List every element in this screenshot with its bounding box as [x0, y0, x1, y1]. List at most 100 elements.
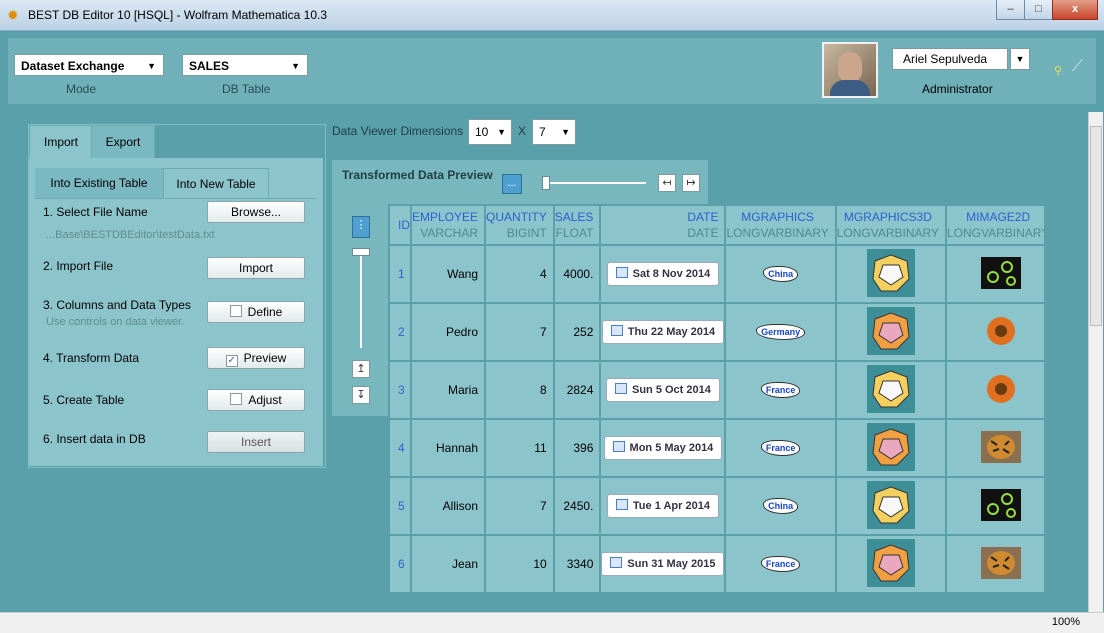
- user-select[interactable]: Ariel Sepulveda: [892, 48, 1008, 70]
- tab-into-new-table[interactable]: Into New Table: [163, 168, 269, 199]
- scroll-right-button[interactable]: ↦: [682, 174, 700, 192]
- column-header-employee[interactable]: EMPLOYEE VARCHAR: [409, 204, 487, 246]
- close-button[interactable]: x: [1052, 0, 1098, 20]
- zoom-level[interactable]: 100%: [1052, 616, 1080, 628]
- key-icon[interactable]: ⚲: [1054, 64, 1062, 77]
- date-picker-button[interactable]: Sat 8 Nov 2014: [606, 262, 720, 286]
- cell-mgraphics3d[interactable]: [834, 476, 948, 536]
- cell-id[interactable]: 1: [388, 244, 412, 304]
- date-value: Mon 5 May 2014: [629, 442, 714, 454]
- more-options-button[interactable]: ...: [502, 174, 522, 194]
- cols-select[interactable]: 7 ▼: [532, 119, 576, 145]
- rows-select[interactable]: 10 ▼: [468, 119, 512, 145]
- cell-quantity[interactable]: 8: [484, 360, 555, 420]
- cell-employee[interactable]: Allison: [409, 476, 487, 536]
- date-picker-button[interactable]: Thu 22 May 2014: [601, 320, 725, 344]
- cell-id[interactable]: 3: [388, 360, 412, 420]
- date-picker-button[interactable]: Sun 31 May 2015: [601, 552, 725, 576]
- cell-mgraphics[interactable]: China: [724, 476, 837, 536]
- preview-button[interactable]: ✓ Preview: [207, 347, 305, 369]
- polyhedron-graphic: [866, 364, 915, 413]
- cell-employee[interactable]: Jean: [409, 534, 487, 594]
- scrollbar-thumb[interactable]: [1090, 126, 1102, 326]
- row-slider-track[interactable]: [360, 256, 362, 348]
- cell-employee[interactable]: Maria: [409, 360, 487, 420]
- cell-mgraphics[interactable]: France: [724, 418, 837, 478]
- cell-mgraphics[interactable]: China: [724, 244, 837, 304]
- date-picker-button[interactable]: Sun 5 Oct 2014: [606, 378, 720, 402]
- define-button[interactable]: Define: [207, 301, 305, 323]
- column-header-id[interactable]: ID: [388, 204, 412, 246]
- cell-mimage2d[interactable]: [944, 302, 1044, 362]
- minimize-button[interactable]: –: [996, 0, 1025, 20]
- user-dropdown-button[interactable]: ▼: [1010, 48, 1030, 70]
- cell-id[interactable]: 2: [388, 302, 412, 362]
- column-slider-thumb[interactable]: [542, 176, 550, 190]
- scroll-left-button[interactable]: ↤: [658, 174, 676, 192]
- date-picker-button[interactable]: Tue 1 Apr 2014: [606, 494, 719, 518]
- cell-mgraphics3d[interactable]: [834, 302, 948, 362]
- cell-quantity[interactable]: 7: [484, 302, 555, 362]
- step-import-file-label: 2. Import File: [43, 259, 114, 273]
- cell-mgraphics3d[interactable]: [834, 360, 948, 420]
- cell-mgraphics[interactable]: France: [724, 534, 837, 594]
- cell-quantity[interactable]: 7: [484, 476, 555, 536]
- cell-mimage2d[interactable]: [944, 534, 1044, 594]
- step-create-table-label: 5. Create Table: [43, 393, 125, 407]
- cell-mimage2d[interactable]: [944, 244, 1044, 304]
- mode-select[interactable]: Dataset Exchange ▼: [14, 54, 164, 76]
- row-slider-thumb[interactable]: [352, 248, 370, 256]
- edit-icon[interactable]: ⟋: [1072, 58, 1083, 76]
- column-header-date[interactable]: DATE DATE: [599, 204, 727, 246]
- cell-mgraphics3d[interactable]: [834, 244, 948, 304]
- column-header-mgraphics[interactable]: MGRAPHICS LONGVARBINARY: [724, 204, 837, 246]
- cell-sales[interactable]: 3340: [552, 534, 602, 594]
- cell-id[interactable]: 5: [388, 476, 412, 536]
- preview-checkbox[interactable]: ✓: [225, 355, 238, 367]
- cell-id[interactable]: 6: [388, 534, 412, 594]
- country-map-graphic: Germany: [756, 324, 806, 340]
- table-select[interactable]: SALES ▼: [182, 54, 308, 76]
- tab-import[interactable]: Import: [29, 125, 93, 158]
- cell-mimage2d[interactable]: [944, 360, 1044, 420]
- column-header-mimage2d[interactable]: MIMAGE2D LONGVARBINARY: [944, 204, 1044, 246]
- cell-mgraphics[interactable]: Germany: [724, 302, 837, 362]
- column-slider-track[interactable]: [550, 182, 646, 184]
- cell-sales[interactable]: 2450.: [552, 476, 602, 536]
- vertical-scrollbar[interactable]: [1088, 112, 1103, 612]
- image-thumbnail: [981, 546, 1022, 579]
- scroll-up-button[interactable]: ↥: [352, 360, 370, 378]
- cell-sales[interactable]: 396: [552, 418, 602, 478]
- cell-sales[interactable]: 2824: [552, 360, 602, 420]
- cell-id[interactable]: 4: [388, 418, 412, 478]
- adjust-button[interactable]: Adjust: [207, 389, 305, 411]
- cell-employee[interactable]: Hannah: [409, 418, 487, 478]
- date-picker-button[interactable]: Mon 5 May 2014: [603, 436, 723, 460]
- define-checkbox[interactable]: [229, 305, 242, 317]
- cell-quantity[interactable]: 10: [484, 534, 555, 594]
- import-button[interactable]: Import: [207, 257, 305, 279]
- cell-mimage2d[interactable]: [944, 418, 1044, 478]
- column-header-sales[interactable]: SALES FLOAT: [552, 204, 602, 246]
- table-row: 4 Hannah 11 396 Mon 5 May 2014 France: [388, 418, 1044, 478]
- cell-mgraphics3d[interactable]: [834, 418, 948, 478]
- cell-sales[interactable]: 4000.: [552, 244, 602, 304]
- cell-employee[interactable]: Pedro: [409, 302, 487, 362]
- row-menu-button[interactable]: ⋮: [352, 216, 370, 238]
- insert-button[interactable]: Insert: [207, 431, 305, 453]
- cell-quantity[interactable]: 4: [484, 244, 555, 304]
- browse-button[interactable]: Browse...: [207, 201, 305, 223]
- cell-mgraphics3d[interactable]: [834, 534, 948, 594]
- adjust-checkbox[interactable]: [230, 393, 243, 405]
- cell-mgraphics[interactable]: France: [724, 360, 837, 420]
- tab-into-existing-table[interactable]: Into Existing Table: [35, 168, 163, 198]
- cell-sales[interactable]: 252: [552, 302, 602, 362]
- tab-export[interactable]: Export: [91, 125, 155, 158]
- cell-employee[interactable]: Wang: [409, 244, 487, 304]
- column-header-mgraphics3d[interactable]: MGRAPHICS3D LONGVARBINARY: [834, 204, 948, 246]
- column-header-quantity[interactable]: QUANTITY BIGINT: [484, 204, 555, 246]
- cell-mimage2d[interactable]: [944, 476, 1044, 536]
- scroll-down-button[interactable]: ↧: [352, 386, 370, 404]
- cell-quantity[interactable]: 11: [484, 418, 555, 478]
- maximize-button[interactable]: □: [1024, 0, 1053, 20]
